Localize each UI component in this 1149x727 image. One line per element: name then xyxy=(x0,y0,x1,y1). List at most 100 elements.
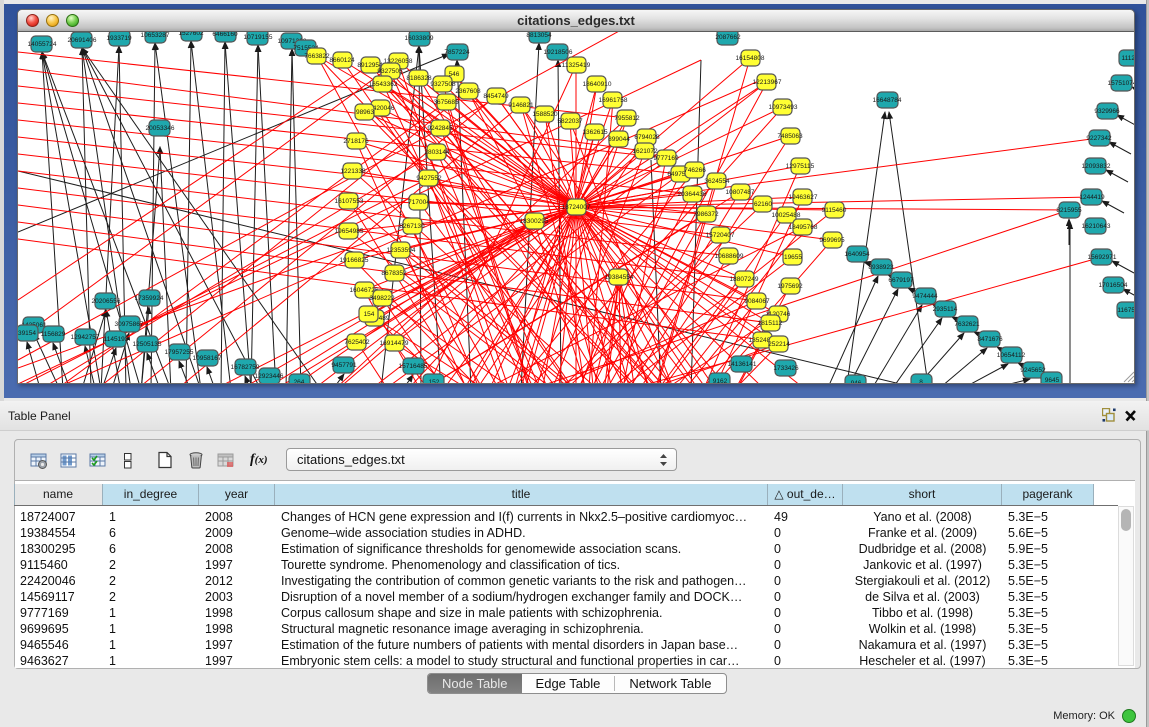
svg-text:8267130: 8267130 xyxy=(399,223,425,230)
svg-text:3624554: 3624554 xyxy=(704,178,730,185)
svg-text:7663822: 7663822 xyxy=(304,53,330,60)
svg-text:3498222: 3498222 xyxy=(369,295,395,302)
svg-text:9474444: 9474444 xyxy=(912,293,938,300)
svg-text:9146821: 9146821 xyxy=(508,102,534,109)
svg-text:9084067: 9084067 xyxy=(744,298,770,305)
svg-text:1815112: 1815112 xyxy=(758,320,783,327)
svg-text:9162: 9162 xyxy=(713,378,728,383)
svg-text:12213967: 12213967 xyxy=(753,79,782,86)
svg-text:9227342: 9227342 xyxy=(1086,135,1112,142)
svg-text:1145193: 1145193 xyxy=(104,336,129,343)
svg-text:12923446: 12923446 xyxy=(255,373,284,380)
svg-text:1362615: 1362615 xyxy=(582,129,608,136)
svg-text:9115460: 9115460 xyxy=(822,207,847,214)
svg-text:10653287: 10653287 xyxy=(141,32,170,39)
svg-text:7632621: 7632621 xyxy=(954,321,980,328)
svg-text:16033809: 16033809 xyxy=(405,35,434,42)
svg-text:8215955: 8215955 xyxy=(1056,207,1082,214)
svg-text:1527602: 1527602 xyxy=(178,32,204,37)
svg-text:2803144: 2803144 xyxy=(424,149,450,156)
svg-text:12505135: 12505135 xyxy=(133,341,162,348)
svg-text:12093832: 12093832 xyxy=(1082,163,1111,170)
svg-text:1221338: 1221338 xyxy=(340,168,366,175)
svg-text:8660124: 8660124 xyxy=(329,57,355,64)
svg-text:8938923: 8938923 xyxy=(868,264,894,271)
svg-text:15720407: 15720407 xyxy=(706,232,735,239)
svg-text:1621072: 1621072 xyxy=(632,148,658,155)
svg-text:8454749: 8454749 xyxy=(483,93,509,100)
svg-text:6679197: 6679197 xyxy=(888,277,914,284)
svg-text:17016504: 17016504 xyxy=(1099,282,1128,289)
svg-text:12353594: 12353594 xyxy=(387,247,416,254)
svg-text:62160: 62160 xyxy=(754,201,772,208)
svg-text:19218506: 19218506 xyxy=(544,49,573,56)
svg-text:946: 946 xyxy=(851,380,862,383)
svg-text:899044: 899044 xyxy=(608,136,630,143)
svg-text:20053346: 20053346 xyxy=(146,125,175,132)
svg-text:8471676: 8471676 xyxy=(977,336,1003,343)
svg-text:8678352: 8678352 xyxy=(381,270,407,277)
svg-text:252214: 252214 xyxy=(768,341,790,348)
svg-text:15716485: 15716485 xyxy=(399,363,428,370)
svg-text:9457791: 9457791 xyxy=(331,362,357,369)
svg-text:154: 154 xyxy=(364,311,375,318)
svg-text:264: 264 xyxy=(294,379,305,383)
svg-text:1244419: 1244419 xyxy=(1079,194,1105,201)
svg-text:19655: 19655 xyxy=(784,254,802,261)
svg-text:18724007: 18724007 xyxy=(562,204,591,211)
svg-text:9777169: 9777169 xyxy=(653,155,679,162)
svg-text:98963: 98963 xyxy=(356,109,374,116)
svg-text:3675685: 3675685 xyxy=(433,99,459,106)
svg-text:16154808: 16154808 xyxy=(736,55,765,62)
svg-text:14136141: 14136141 xyxy=(728,361,757,368)
svg-text:12942757: 12942757 xyxy=(71,334,100,341)
svg-text:7955812: 7955812 xyxy=(614,115,640,122)
svg-text:14055724: 14055724 xyxy=(28,41,57,48)
svg-text:18807249: 18807249 xyxy=(730,276,759,283)
svg-text:10654112: 10654112 xyxy=(997,352,1026,359)
svg-text:7986372: 7986372 xyxy=(693,211,719,218)
svg-text:39154: 39154 xyxy=(18,330,36,337)
svg-text:19384554: 19384554 xyxy=(605,274,634,281)
svg-text:8813054: 8813054 xyxy=(526,32,552,39)
svg-text:7625402: 7625402 xyxy=(344,339,370,346)
svg-text:10719155: 10719155 xyxy=(244,34,273,41)
svg-text:20206556: 20206556 xyxy=(92,298,121,305)
svg-text:7857224: 7857224 xyxy=(444,49,470,56)
svg-text:9427552: 9427552 xyxy=(416,175,442,182)
svg-text:10807487: 10807487 xyxy=(726,189,755,196)
svg-text:1640954: 1640954 xyxy=(844,251,870,258)
svg-text:16914479: 16914479 xyxy=(380,340,409,347)
svg-text:16648784: 16648784 xyxy=(873,97,902,104)
svg-text:19463627: 19463627 xyxy=(789,194,818,201)
svg-text:1588520: 1588520 xyxy=(532,111,558,118)
svg-text:18495768: 18495768 xyxy=(789,224,818,231)
svg-text:5822037: 5822037 xyxy=(557,118,583,125)
svg-text:18300295: 18300295 xyxy=(520,218,549,225)
svg-text:9327508: 9327508 xyxy=(430,81,456,88)
svg-text:6794028: 6794028 xyxy=(634,134,660,141)
svg-text:9699695: 9699695 xyxy=(819,237,845,244)
svg-text:20364436: 20364436 xyxy=(678,191,707,198)
svg-text:16961758: 16961758 xyxy=(599,97,628,104)
svg-text:12975115: 12975115 xyxy=(786,163,815,170)
svg-text:717004: 717004 xyxy=(408,199,430,206)
svg-text:9327505: 9327505 xyxy=(377,68,403,75)
svg-text:16782759: 16782759 xyxy=(231,364,260,371)
svg-text:11325419: 11325419 xyxy=(562,62,591,69)
svg-text:152: 152 xyxy=(429,379,440,383)
svg-text:2718176: 2718176 xyxy=(343,138,369,145)
svg-text:15751074: 15751074 xyxy=(1108,80,1134,87)
svg-text:1933719: 1933719 xyxy=(106,35,132,42)
svg-text:10025488: 10025488 xyxy=(772,212,801,219)
svg-text:10973493: 10973493 xyxy=(769,104,798,111)
svg-text:746266: 746266 xyxy=(684,167,706,174)
svg-text:11124: 11124 xyxy=(1121,55,1134,62)
svg-text:2367608: 2367608 xyxy=(455,88,481,95)
svg-text:1733426: 1733426 xyxy=(773,365,799,372)
svg-text:18640910: 18640910 xyxy=(583,81,612,88)
svg-text:16107553: 16107553 xyxy=(335,198,364,205)
svg-text:9329966: 9329966 xyxy=(1094,108,1120,115)
svg-text:8186328: 8186328 xyxy=(406,75,432,82)
svg-text:15692971: 15692971 xyxy=(1088,254,1117,261)
